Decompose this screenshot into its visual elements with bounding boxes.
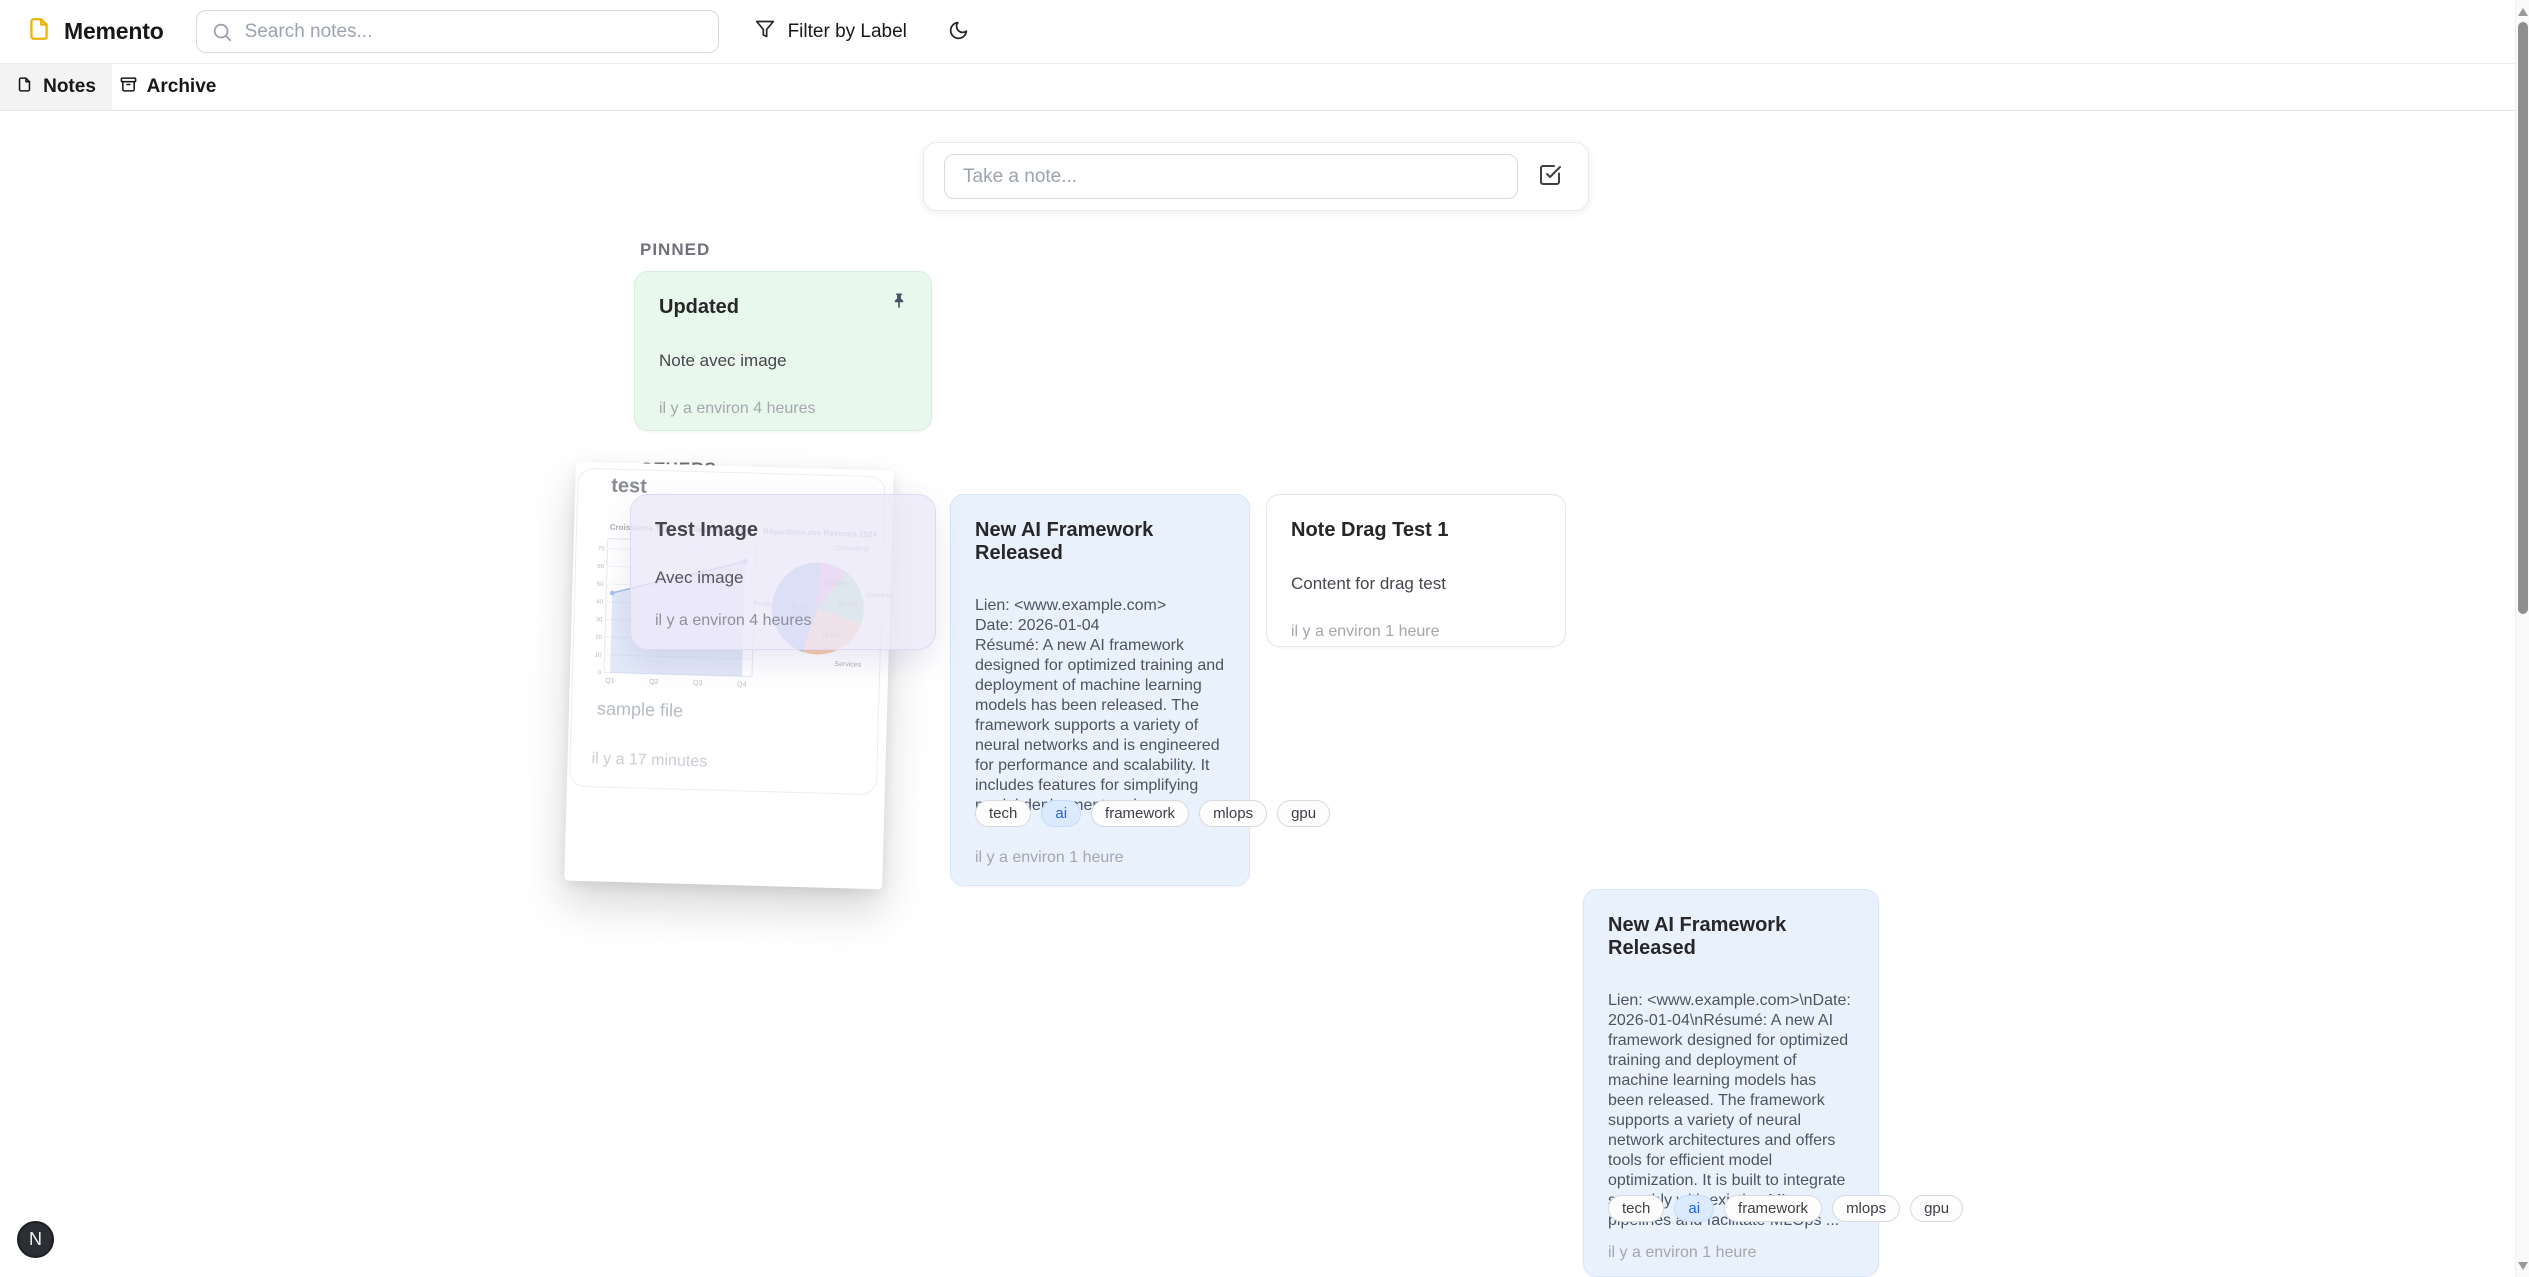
dark-mode-toggle[interactable] xyxy=(937,10,980,53)
moon-icon xyxy=(948,20,969,44)
note-body: Avec image xyxy=(655,568,911,588)
note-composer xyxy=(923,142,1589,211)
tag-pill[interactable]: gpu xyxy=(1910,1195,1963,1222)
svg-text:20: 20 xyxy=(595,635,603,641)
archive-icon xyxy=(120,76,137,99)
filter-by-label-button[interactable]: Filter by Label xyxy=(741,10,921,53)
memento-app: Memento Filter by Label xyxy=(0,0,2529,1277)
note-body: Lien: <www.example.com> Date: 2026-01-04… xyxy=(975,596,1225,816)
file-icon xyxy=(16,76,33,99)
search-icon xyxy=(211,21,233,48)
page-title: Memento xyxy=(64,18,164,45)
note-timestamp: il y a 17 minutes xyxy=(591,750,707,771)
svg-text:70: 70 xyxy=(598,546,606,552)
note-timestamp: il y a environ 4 heures xyxy=(659,400,907,418)
svg-text:0: 0 xyxy=(598,670,602,676)
take-a-note-input[interactable] xyxy=(944,154,1518,199)
tab-bar: Notes Archive xyxy=(0,64,2529,111)
new-checklist-button[interactable] xyxy=(1532,159,1568,195)
avatar-initial: N xyxy=(29,1229,42,1250)
logo-file-icon xyxy=(26,16,52,47)
scrollbar-thumb[interactable] xyxy=(2518,22,2528,614)
section-label-pinned: PINNED xyxy=(640,240,710,260)
svg-text:40: 40 xyxy=(596,599,604,605)
tag-pill[interactable]: gpu xyxy=(1277,800,1330,827)
tag-list: tech ai framework mlops gpu xyxy=(975,800,1330,827)
note-title: Note Drag Test 1 xyxy=(1291,519,1541,542)
search-box xyxy=(196,10,719,53)
svg-text:60: 60 xyxy=(597,564,605,570)
app-logo: Memento xyxy=(26,16,164,47)
scrollbar-down-arrow[interactable] xyxy=(2517,1260,2529,1272)
svg-text:Q4: Q4 xyxy=(737,681,747,688)
vertical-scrollbar xyxy=(2515,0,2529,1277)
tag-pill-active[interactable]: ai xyxy=(1041,800,1081,827)
svg-text:Q1: Q1 xyxy=(605,678,615,685)
pin-button[interactable] xyxy=(883,286,915,318)
tag-pill[interactable]: tech xyxy=(1608,1195,1664,1222)
svg-text:Q3: Q3 xyxy=(693,680,703,687)
tag-pill-active[interactable]: ai xyxy=(1674,1195,1714,1222)
funnel-icon xyxy=(755,19,775,45)
search-input[interactable] xyxy=(196,10,719,53)
tab-notes[interactable]: Notes xyxy=(0,64,112,110)
note-body: Note avec image xyxy=(659,350,907,371)
note-title: Updated xyxy=(659,296,907,319)
filter-by-label-text: Filter by Label xyxy=(788,21,907,43)
note-body: Content for drag test xyxy=(1291,573,1541,594)
checkbox-icon xyxy=(1538,163,1562,190)
svg-text:50: 50 xyxy=(597,582,605,588)
note-card-updated[interactable]: Updated Note avec image il y a environ 4… xyxy=(634,271,932,431)
note-timestamp: il y a environ 1 heure xyxy=(1608,1244,1757,1262)
user-avatar-button[interactable]: N xyxy=(17,1221,54,1258)
note-title: New AI Framework Released xyxy=(975,519,1225,565)
app-header: Memento Filter by Label xyxy=(0,0,2529,64)
tag-pill[interactable]: mlops xyxy=(1199,800,1267,827)
note-card-ai-framework[interactable]: New AI Framework Released Lien: <www.exa… xyxy=(950,494,1250,886)
pie-label: Services xyxy=(834,661,861,669)
tag-pill[interactable]: mlops xyxy=(1832,1195,1900,1222)
tab-notes-label: Notes xyxy=(43,76,96,98)
tag-pill[interactable]: tech xyxy=(975,800,1031,827)
note-title: Test Image xyxy=(655,519,911,542)
note-card-ai-framework-preview[interactable]: New AI Framework Released Lien: <www.exa… xyxy=(1583,889,1879,1277)
svg-text:30: 30 xyxy=(596,617,604,623)
tag-list: tech ai framework mlops gpu xyxy=(1608,1195,1963,1222)
tag-pill[interactable]: framework xyxy=(1724,1195,1822,1222)
svg-text:10: 10 xyxy=(595,653,603,659)
note-timestamp: il y a environ 1 heure xyxy=(1291,623,1541,641)
tab-archive[interactable]: Archive xyxy=(112,64,224,110)
pin-icon xyxy=(889,291,909,314)
scrollbar-up-arrow[interactable] xyxy=(2517,6,2529,18)
note-attachment-label: sample file xyxy=(597,698,684,721)
note-title: New AI Framework Released xyxy=(1608,914,1854,960)
tab-archive-label: Archive xyxy=(147,76,217,98)
note-timestamp: il y a environ 4 heures xyxy=(655,612,911,630)
note-card-drag-test-1[interactable]: Note Drag Test 1 Content for drag test i… xyxy=(1266,494,1566,647)
note-card-test-image-drag-overlay[interactable]: Test Image Avec image il y a environ 4 h… xyxy=(630,494,936,650)
svg-text:Q2: Q2 xyxy=(649,679,659,686)
tag-pill[interactable]: framework xyxy=(1091,800,1189,827)
note-timestamp: il y a environ 1 heure xyxy=(975,849,1124,867)
